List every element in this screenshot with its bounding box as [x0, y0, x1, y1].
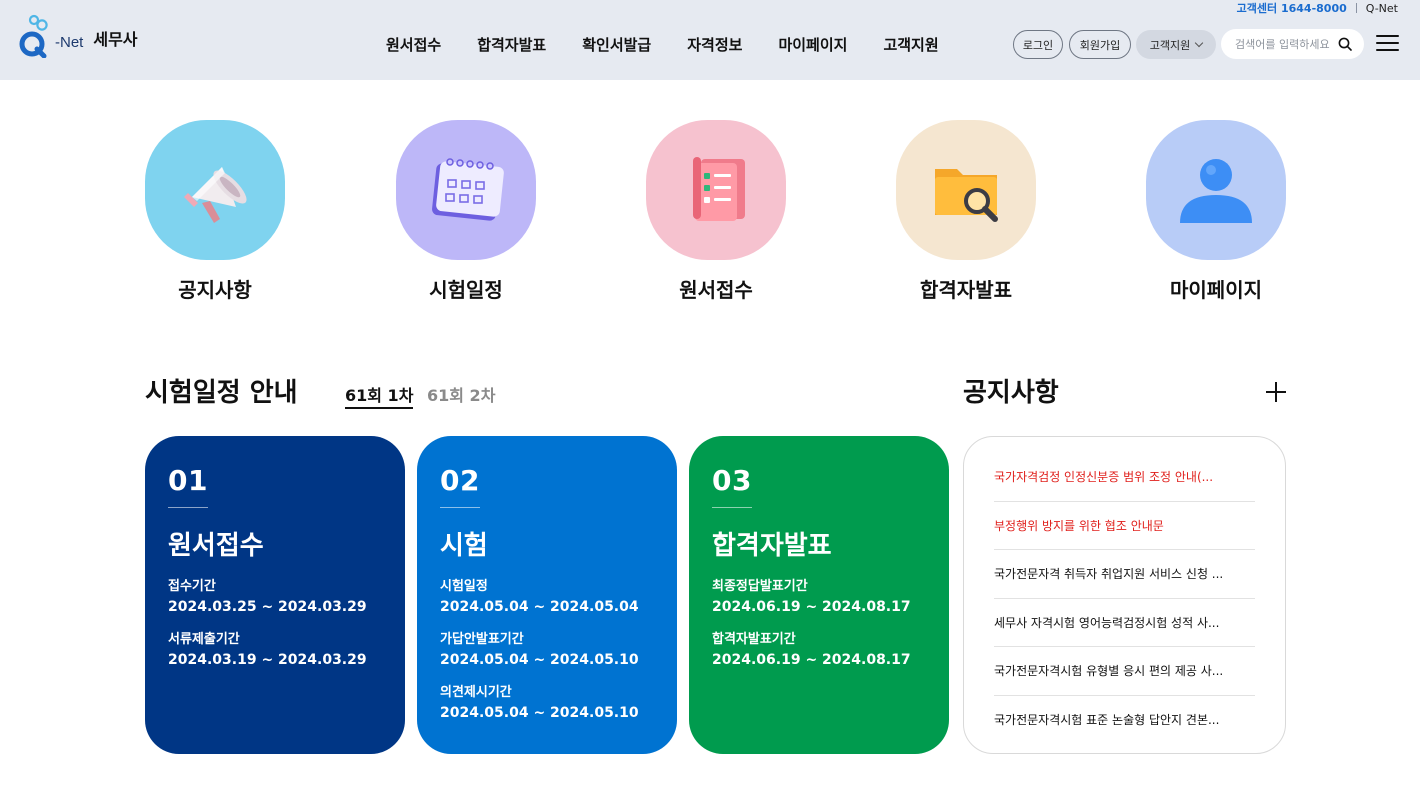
schedule-item-period: 2024.03.19 ~ 2024.03.29 — [168, 652, 367, 668]
tab-round-61-second[interactable]: 61회 2차 — [427, 382, 495, 406]
calendar-icon — [432, 158, 504, 221]
plus-icon[interactable] — [1266, 382, 1286, 402]
schedule-item-period: 2024.05.04 ~ 2024.05.10 — [440, 652, 639, 668]
step-title: 원서접수 — [168, 531, 264, 561]
site-name: 세무사 — [93, 30, 138, 49]
quick-link-label: 합격자발표 — [920, 278, 1012, 302]
schedule-item: 서류제출기간 2024.03.19 ~ 2024.03.29 — [168, 628, 382, 668]
schedule-item-label: 서류제출기간 — [168, 632, 240, 647]
notice-item-title: 국가전문자격 취득자 취업지원 서비스 신청 ... — [994, 567, 1224, 582]
nav-item-application[interactable]: 원서접수 — [386, 34, 441, 55]
qnet-link[interactable]: Q-Net — [1366, 2, 1398, 15]
quick-link-icon-bg — [145, 120, 285, 260]
schedule-card-application: 01 원서접수 접수기간 2024.03.25 ~ 2024.03.29 서류제… — [145, 436, 405, 754]
quick-link-label: 원서접수 — [679, 278, 753, 302]
divider — [440, 507, 480, 508]
schedule-item-period: 2024.05.04 ~ 2024.05.04 — [440, 599, 639, 615]
site-header: 고객센터 1644-8000 Q-Net -Net 세무사 원서접수 합격자발표… — [0, 0, 1420, 80]
notice-item[interactable]: 국가자격검정 인정신분증 범위 조정 안내(... — [994, 453, 1255, 502]
schedule-item-label: 시험일정 — [440, 579, 488, 594]
schedule-item-label: 가답안발표기간 — [440, 632, 524, 647]
quick-link-label: 시험일정 — [429, 278, 503, 302]
main-navigation: 원서접수 합격자발표 확인서발급 자격정보 마이페이지 고객지원 — [368, 34, 957, 55]
quick-link-mypage[interactable]: 마이페이지 — [1146, 120, 1286, 303]
step-title: 합격자발표 — [712, 531, 832, 561]
step-title: 시험 — [440, 531, 488, 561]
schedule-item-period: 2024.06.19 ~ 2024.08.17 — [712, 652, 911, 668]
notice-section-title: 공지사항 — [963, 378, 1059, 408]
user-icon — [1180, 159, 1252, 223]
site-logo[interactable]: -Net 세무사 — [19, 14, 138, 58]
quick-link-icon-bg — [1146, 120, 1286, 260]
notice-item-title: 세무사 자격시험 영어능력검정시험 성적 사... — [994, 615, 1220, 630]
schedule-item: 가답안발표기간 2024.05.04 ~ 2024.05.10 — [440, 628, 654, 668]
search-box — [1221, 29, 1364, 59]
schedule-item-period: 2024.05.04 ~ 2024.05.10 — [440, 705, 639, 721]
support-dropdown-label: 고객지원 — [1149, 38, 1191, 52]
schedule-item: 최종정답발표기간 2024.06.19 ~ 2024.08.17 — [712, 575, 926, 615]
support-dropdown[interactable]: 고객지원 — [1136, 30, 1216, 59]
schedule-item-label: 합격자발표기간 — [712, 632, 796, 647]
nav-item-results[interactable]: 합격자발표 — [477, 34, 546, 55]
schedule-item-label: 최종정답발표기간 — [712, 579, 808, 594]
schedule-item-period: 2024.03.25 ~ 2024.03.29 — [168, 599, 367, 615]
login-button[interactable]: 로그인 — [1013, 30, 1063, 59]
top-utility-bar: 고객센터 1644-8000 Q-Net — [1237, 0, 1398, 16]
schedule-item: 시험일정 2024.05.04 ~ 2024.05.04 — [440, 575, 654, 615]
chevron-down-icon — [1194, 38, 1204, 47]
search-icon[interactable] — [1338, 37, 1352, 51]
nav-item-qualification-info[interactable]: 자격정보 — [687, 34, 742, 55]
menu-icon[interactable] — [1376, 35, 1399, 53]
notice-item[interactable]: 세무사 자격시험 영어능력검정시험 성적 사... — [994, 599, 1255, 647]
notice-item[interactable]: 국가전문자격시험 유형별 응시 편의 제공 사... — [994, 647, 1255, 696]
quick-link-schedule[interactable]: 시험일정 — [396, 120, 536, 303]
divider — [1355, 3, 1357, 13]
schedule-card-results: 03 합격자발표 최종정답발표기간 2024.06.19 ~ 2024.08.1… — [689, 436, 949, 754]
notice-item-title: 국가전문자격시험 표준 논술형 답안지 견본... — [994, 713, 1220, 728]
schedule-item-label: 접수기간 — [168, 579, 216, 594]
quick-link-label: 공지사항 — [178, 278, 252, 302]
notice-item[interactable]: 국가전문자격시험 표준 논술형 답안지 견본... — [994, 696, 1255, 745]
step-number: 02 — [440, 464, 480, 497]
nav-item-mypage[interactable]: 마이페이지 — [778, 34, 847, 55]
quick-link-icon-bg — [396, 120, 536, 260]
nav-item-certificate[interactable]: 확인서발급 — [582, 34, 651, 55]
join-button[interactable]: 회원가입 — [1069, 30, 1131, 59]
notice-item-title: 국가전문자격시험 유형별 응시 편의 제공 사... — [994, 664, 1224, 679]
schedule-item: 접수기간 2024.03.25 ~ 2024.03.29 — [168, 575, 382, 615]
schedule-item: 의견제시기간 2024.05.04 ~ 2024.05.10 — [440, 681, 654, 721]
quick-link-icon-bg — [896, 120, 1036, 260]
step-number: 01 — [168, 464, 208, 497]
notice-item-title: 국가자격검정 인정신분증 범위 조정 안내(... — [994, 470, 1214, 485]
schedule-card-exam: 02 시험 시험일정 2024.05.04 ~ 2024.05.04 가답안발표… — [417, 436, 677, 754]
notice-item[interactable]: 국가전문자격 취득자 취업지원 서비스 신청 ... — [994, 550, 1255, 599]
notice-item[interactable]: 부정행위 방지를 위한 협조 안내문 — [994, 502, 1255, 550]
tab-round-61-first[interactable]: 61회 1차 — [345, 382, 414, 409]
schedule-item: 합격자발표기간 2024.06.19 ~ 2024.08.17 — [712, 628, 926, 668]
notice-list: 국가자격검정 인정신분증 범위 조정 안내(... 부정행위 방지를 위한 협조… — [963, 436, 1286, 754]
quick-link-application[interactable]: 원서접수 — [646, 120, 786, 303]
folder-search-icon — [935, 169, 998, 222]
quick-link-notice[interactable]: 공지사항 — [145, 120, 285, 303]
nav-item-support[interactable]: 고객지원 — [883, 34, 938, 55]
customer-center-phone[interactable]: 고객센터 1644-8000 — [1237, 0, 1347, 16]
megaphone-icon — [184, 167, 247, 223]
search-input[interactable] — [1235, 37, 1333, 51]
notice-item-title: 부정행위 방지를 위한 협조 안내문 — [994, 518, 1164, 533]
qnet-logo-icon — [19, 14, 48, 58]
schedule-item-label: 의견제시기간 — [440, 685, 512, 700]
schedule-item-period: 2024.06.19 ~ 2024.08.17 — [712, 599, 911, 615]
checklist-document-icon — [693, 157, 745, 221]
step-number: 03 — [712, 464, 752, 497]
schedule-section-title: 시험일정 안내 — [145, 378, 298, 408]
quick-link-label: 마이페이지 — [1170, 278, 1262, 302]
brand-name: -Net — [55, 33, 84, 51]
quick-link-icon-bg — [646, 120, 786, 260]
divider — [168, 507, 208, 508]
divider — [712, 507, 752, 508]
quick-link-results[interactable]: 합격자발표 — [896, 120, 1036, 303]
